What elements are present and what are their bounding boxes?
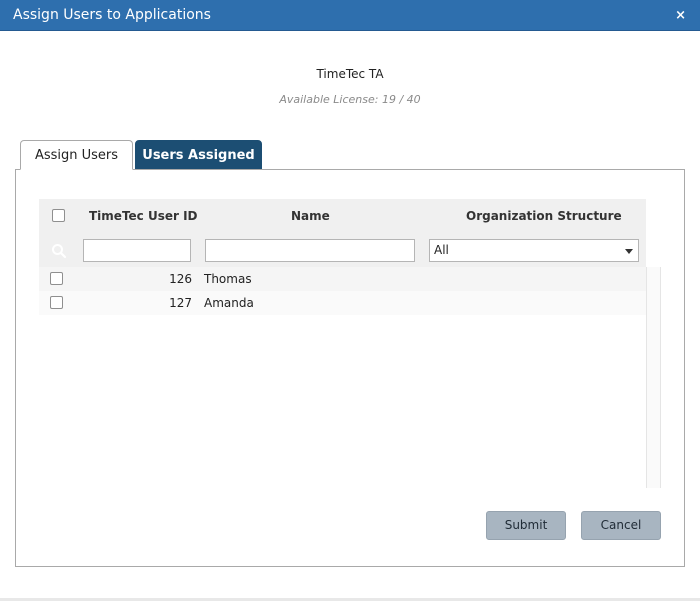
user-id-filter-input[interactable]: [83, 239, 191, 262]
user-id-cell: 127: [169, 296, 192, 310]
table-row[interactable]: 126 Thomas: [39, 267, 646, 291]
column-header-user-id[interactable]: TimeTec User ID: [89, 209, 198, 223]
chevron-down-icon: [625, 249, 633, 254]
tab-assign-users[interactable]: Assign Users: [20, 140, 133, 170]
search-icon: [52, 244, 67, 259]
user-name-cell: Amanda: [204, 296, 254, 310]
user-name-cell: Thomas: [204, 272, 252, 286]
name-filter-input[interactable]: [205, 239, 415, 262]
table-row[interactable]: 127 Amanda: [39, 291, 646, 315]
column-header-name[interactable]: Name: [291, 209, 330, 223]
dialog-title: Assign Users to Applications: [13, 7, 211, 23]
row-checkbox[interactable]: [50, 272, 63, 285]
cancel-button[interactable]: Cancel: [581, 511, 661, 540]
grid-header: TimeTec User ID Name Organization Struct…: [39, 199, 646, 267]
org-structure-select[interactable]: All: [429, 239, 639, 262]
user-id-cell: 126: [169, 272, 192, 286]
column-header-org[interactable]: Organization Structure: [466, 209, 622, 223]
select-all-checkbox[interactable]: [52, 209, 65, 222]
list-scrollbar[interactable]: [646, 267, 661, 488]
row-checkbox[interactable]: [50, 296, 63, 309]
application-name: TimeTec TA: [316, 67, 384, 81]
org-structure-selected: All: [434, 243, 449, 257]
license-count: Available License: 19 / 40: [279, 93, 421, 106]
tab-users-assigned[interactable]: Users Assigned: [135, 140, 262, 170]
user-list: 126 Thomas 127 Amanda: [39, 267, 646, 315]
submit-button[interactable]: Submit: [486, 511, 566, 540]
close-icon[interactable]: ×: [675, 0, 686, 31]
dialog-titlebar: Assign Users to Applications ×: [0, 0, 700, 31]
